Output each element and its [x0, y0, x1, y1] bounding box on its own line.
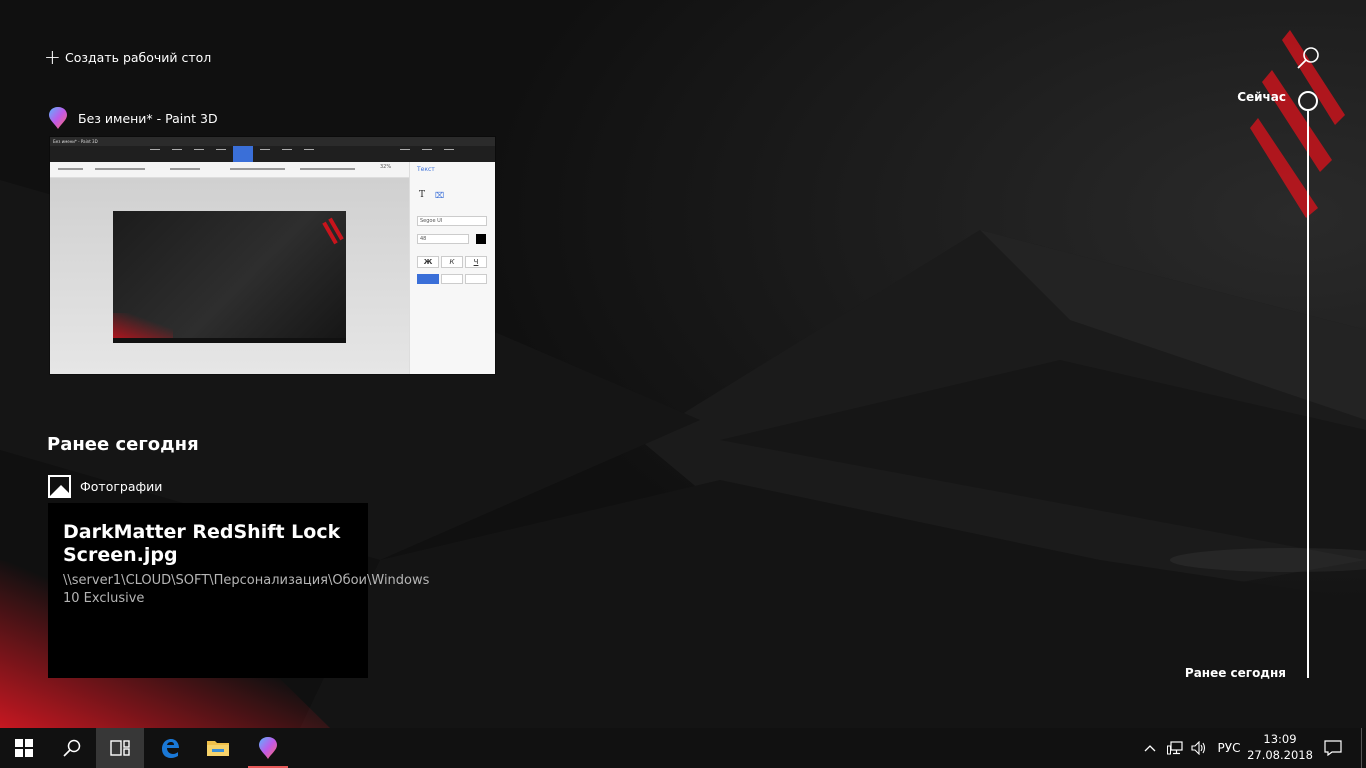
- timeline-track[interactable]: [1307, 110, 1309, 678]
- thumbnail-side-panel: Текст T ⌧ Segoe UI 48 Ж К Ч: [409, 162, 495, 374]
- timeline-handle[interactable]: [1298, 91, 1318, 111]
- align-center-icon: [441, 274, 463, 284]
- plus-icon: +: [44, 45, 61, 69]
- window-title: Без имени* - Paint 3D: [78, 110, 218, 126]
- start-button[interactable]: [0, 728, 48, 768]
- thumbnail-font-size: 48: [420, 236, 427, 242]
- window-header: Без имени* - Paint 3D: [48, 106, 218, 130]
- create-desktop-button[interactable]: + Создать рабочий стол: [44, 47, 211, 67]
- show-hidden-icons-button[interactable]: [1140, 728, 1160, 768]
- start-icon: [15, 739, 33, 757]
- thumbnail-underline: Ч: [465, 256, 487, 268]
- text-tool-icon: T: [419, 190, 426, 200]
- edge-button[interactable]: [146, 728, 194, 768]
- paint-3d-icon: [259, 737, 277, 759]
- paint-3d-icon: [49, 107, 67, 129]
- thumbnail-zoom: 32%: [380, 164, 392, 170]
- notification-icon: [1324, 740, 1342, 756]
- thumbnail-titlebar: Без имени* - Paint 3D: [50, 137, 495, 146]
- photos-icon: [48, 475, 71, 498]
- thumbnail-panel-title: Текст: [417, 166, 435, 173]
- network-button[interactable]: [1164, 728, 1186, 768]
- show-desktop-button[interactable]: [1361, 728, 1366, 768]
- thumbnail-canvas-area: [50, 178, 409, 374]
- section-title-earlier: Ранее сегодня: [47, 434, 199, 455]
- thumbnail-ribbon: [50, 146, 495, 162]
- clock[interactable]: 13:09 27.08.2018: [1247, 731, 1313, 765]
- task-view-icon: [110, 740, 130, 756]
- text-box-tool-icon: ⌧: [435, 191, 445, 200]
- activity-card-path: \\server1\CLOUD\SOFT\Персонализация\Обои…: [63, 573, 430, 606]
- align-left-icon: [417, 274, 439, 284]
- language-indicator[interactable]: РУС: [1213, 728, 1245, 768]
- thumbnail-italic: К: [441, 256, 463, 268]
- speaker-icon: [1191, 741, 1206, 755]
- file-explorer-icon: [207, 741, 229, 756]
- chevron-up-icon: [1144, 745, 1156, 752]
- clock-time: 13:09: [1263, 732, 1297, 746]
- volume-button[interactable]: [1188, 728, 1210, 768]
- action-center-button[interactable]: [1318, 728, 1348, 768]
- taskbar: РУС 13:09 27.08.2018: [0, 728, 1366, 768]
- timeline-now-label[interactable]: Сейчас: [1237, 90, 1286, 104]
- task-view-button[interactable]: [96, 728, 144, 768]
- activity-card[interactable]: DarkMatter RedShift Lock Screen.jpg \\se…: [48, 503, 430, 678]
- paint-3d-button[interactable]: [244, 728, 292, 768]
- thumbnail-bold: Ж: [417, 256, 439, 268]
- create-desktop-label: Создать рабочий стол: [65, 49, 212, 65]
- timeline-earlier-label[interactable]: Ранее сегодня: [1185, 666, 1286, 680]
- taskbar-search-button[interactable]: [48, 728, 96, 768]
- photos-app-name: Фотографии: [80, 479, 163, 494]
- window-thumbnail[interactable]: Без имени* - Paint 3D 32% Текст T ⌧ Sego…: [50, 137, 495, 374]
- thumbnail-canvas: [113, 211, 346, 343]
- search-icon: [63, 739, 81, 757]
- network-icon: [1167, 741, 1183, 755]
- clock-date: 27.08.2018: [1247, 748, 1313, 762]
- edge-icon: [162, 739, 179, 758]
- color-swatch: [476, 234, 486, 244]
- activity-card-title: DarkMatter RedShift Lock Screen.jpg: [63, 521, 341, 566]
- file-explorer-button[interactable]: [194, 728, 242, 768]
- align-right-icon: [465, 274, 487, 284]
- photos-header: Фотографии: [48, 475, 162, 498]
- search-icon[interactable]: [1296, 46, 1320, 70]
- thumbnail-font-name: Segoe UI: [420, 218, 443, 224]
